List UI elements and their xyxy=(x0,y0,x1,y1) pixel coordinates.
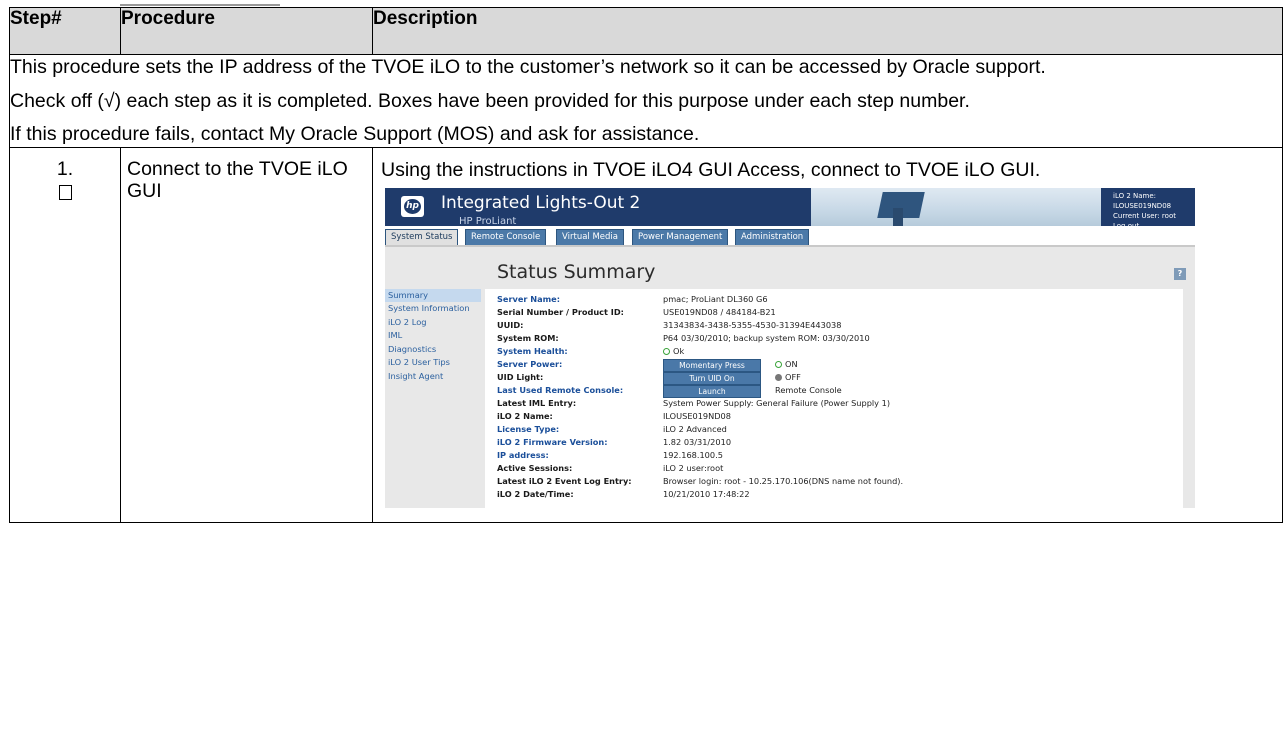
row-key: Latest iLO 2 Event Log Entry: xyxy=(497,475,632,486)
health-value: Ok xyxy=(673,345,685,356)
telescope-stand xyxy=(893,207,903,226)
logout-link[interactable]: Log out xyxy=(1113,221,1195,231)
tab-system-status[interactable]: System Status xyxy=(385,228,459,246)
intro-cell: This procedure sets the IP address of th… xyxy=(9,54,1283,148)
cut-off-heading xyxy=(120,0,280,6)
row-value: Remote Console xyxy=(775,384,842,395)
header-procedure: Procedure xyxy=(120,7,373,55)
intro-row: This procedure sets the IP address of th… xyxy=(9,54,1283,148)
intro-checkoff: Check off (√) each step as it is complet… xyxy=(10,89,970,112)
step-checkbox[interactable] xyxy=(58,184,72,200)
header-step: Step# xyxy=(9,7,121,55)
intro-failure: If this procedure fails, contact My Orac… xyxy=(10,123,700,145)
row-value: 1.82 03/31/2010 xyxy=(663,436,732,447)
row-key: Last Used Remote Console: xyxy=(497,384,624,395)
row-key: iLO 2 Name: xyxy=(497,410,553,421)
row-value: Ok xyxy=(663,345,684,358)
row-value: pmac; ProLiant DL360 G6 xyxy=(663,293,768,304)
help-icon[interactable]: ? xyxy=(1174,267,1186,280)
ilo-side-nav: Summary System Information iLO 2 Log IML… xyxy=(385,288,481,384)
ilo-name-info: iLO 2 Name: ILOUSE019ND08 xyxy=(1113,191,1172,210)
row-value: ON xyxy=(775,358,798,371)
row-key: iLO 2 Firmware Version: xyxy=(497,436,608,447)
row-value: 192.168.100.5 xyxy=(663,449,723,460)
nav-user-tips[interactable]: iLO 2 User Tips xyxy=(385,356,481,370)
uid-off-icon xyxy=(775,373,782,381)
step-procedure: Connect to the TVOE iLO GUI xyxy=(120,146,373,523)
nav-system-information[interactable]: System Information xyxy=(385,302,481,316)
turn-uid-on-button[interactable]: Turn UID On xyxy=(663,371,761,385)
uid-value: OFF xyxy=(785,371,801,382)
header-description: Description xyxy=(372,7,1283,55)
row-key: UUID: xyxy=(497,319,524,330)
current-user-info: Current User: root xyxy=(1113,211,1176,220)
row-key: System Health: xyxy=(497,345,568,356)
row-value: Browser login: root - 10.25.170.106(DNS … xyxy=(663,475,904,486)
step-description-cell: Using the instructions in TVOE iLO4 GUI … xyxy=(372,146,1283,523)
row-value: P64 03/30/2010; backup system ROM: 03/30… xyxy=(663,332,870,343)
tab-power-management[interactable]: Power Management xyxy=(632,228,729,246)
row-value: 10/21/2010 17:48:22 xyxy=(663,488,750,499)
power-on-icon xyxy=(775,360,782,368)
row-key: Serial Number / Product ID: xyxy=(497,306,624,317)
nav-ilo-log[interactable]: iLO 2 Log xyxy=(385,316,481,330)
tab-administration[interactable]: Administration xyxy=(735,228,810,246)
row-value: USE019ND08 / 484184-B21 xyxy=(663,306,776,317)
step-row-1: 1. Connect to the TVOE iLO GUI Using the… xyxy=(9,146,1283,523)
row-key: Server Name: xyxy=(497,293,561,304)
table-header-row: Step# Procedure Description xyxy=(9,7,1283,55)
banner-photo xyxy=(811,187,1101,226)
row-value: ILOUSE019ND08 xyxy=(663,410,731,421)
row-key: System ROM: xyxy=(497,332,559,343)
status-summary-heading: Status Summary xyxy=(497,260,656,283)
row-value: iLO 2 Advanced xyxy=(663,423,727,434)
tab-virtual-media[interactable]: Virtual Media xyxy=(556,228,625,246)
ilo-session-info: iLO 2 Name: ILOUSE019ND08 Current User: … xyxy=(1113,191,1195,231)
ilo-screenshot: hp Integrated Lights-Out 2 HP ProLiant i… xyxy=(381,187,1199,508)
intro-purpose: This procedure sets the IP address of th… xyxy=(10,56,1046,78)
power-value: ON xyxy=(785,358,798,369)
row-value: iLO 2 user:root xyxy=(663,462,724,473)
momentary-press-button[interactable]: Momentary Press xyxy=(663,358,761,372)
step-number-cell: 1. xyxy=(9,146,121,523)
page-top-fragment xyxy=(0,0,1286,6)
tab-remote-console[interactable]: Remote Console xyxy=(465,228,547,246)
ilo-banner: hp Integrated Lights-Out 2 HP ProLiant i… xyxy=(385,187,1195,230)
hp-logo-icon: hp xyxy=(401,195,424,217)
row-key: Latest IML Entry: xyxy=(497,397,577,408)
row-key: IP address: xyxy=(497,449,549,460)
row-key: UID Light: xyxy=(497,371,544,382)
row-key: Server Power: xyxy=(497,358,563,369)
ilo-content-panel: Status Summary ? Summary System Informat… xyxy=(385,244,1195,508)
step-description: Using the instructions in TVOE iLO4 GUI … xyxy=(381,158,1041,181)
nav-summary[interactable]: Summary xyxy=(385,288,481,302)
procedure-table: Step# Procedure Description This procedu… xyxy=(9,7,1283,523)
row-key: License Type: xyxy=(497,423,560,434)
nav-iml[interactable]: IML xyxy=(385,329,481,343)
row-value: 31343834-3438-5355-4530-31394E443038 xyxy=(663,319,842,330)
nav-diagnostics[interactable]: Diagnostics xyxy=(385,343,481,357)
row-value: OFF xyxy=(775,371,801,384)
step-number: 1. xyxy=(56,157,74,180)
row-value: System Power Supply: General Failure (Po… xyxy=(663,397,891,408)
row-key: Active Sessions: xyxy=(497,462,573,473)
row-key: iLO 2 Date/Time: xyxy=(497,488,574,499)
nav-insight-agent[interactable]: Insight Agent xyxy=(385,370,481,384)
ok-status-icon xyxy=(663,347,670,355)
